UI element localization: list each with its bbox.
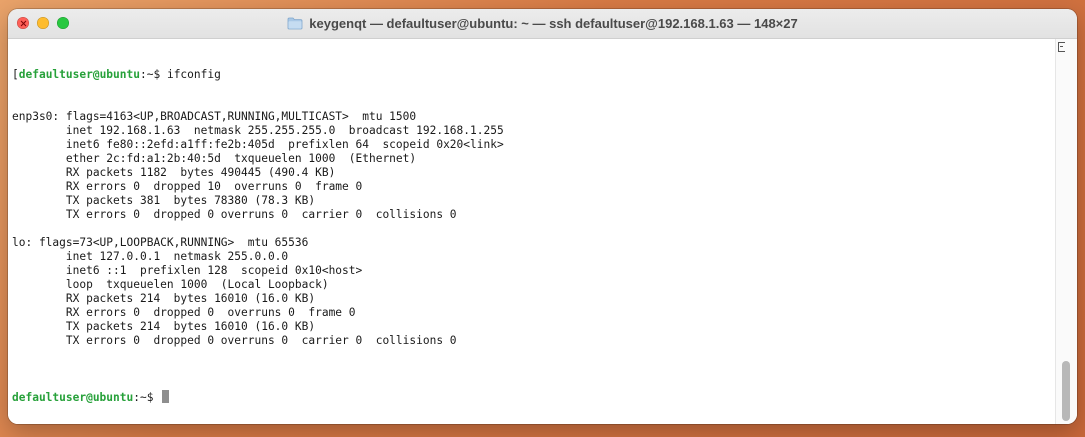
- prompt-user: defaultuser@ubuntu: [12, 391, 134, 404]
- command-text: ifconfig: [166, 68, 221, 81]
- output-line: TX errors 0 dropped 0 overruns 0 carrier…: [12, 208, 457, 221]
- minimize-icon[interactable]: [37, 17, 49, 29]
- prompt-suffix: :~$: [140, 68, 167, 81]
- output-line: TX errors 0 dropped 0 overruns 0 carrier…: [12, 334, 457, 347]
- command-output: enp3s0: flags=4163<UP,BROADCAST,RUNNING,…: [12, 110, 504, 362]
- output-line: inet6 fe80::2efd:a1ff:fe2b:405d prefixle…: [12, 138, 504, 151]
- output-line: RX packets 1182 bytes 490445 (490.4 KB): [12, 166, 336, 179]
- output-line: inet 127.0.0.1 netmask 255.0.0.0: [12, 250, 289, 263]
- window-title-group: keygenqt — defaultuser@ubuntu: ~ — ssh d…: [287, 16, 798, 31]
- output-line: lo: flags=73<UP,LOOPBACK,RUNNING> mtu 65…: [12, 236, 309, 249]
- prompt-suffix: :~$: [133, 391, 161, 404]
- close-icon[interactable]: [17, 17, 29, 29]
- scroll-marker-icon: [1058, 42, 1065, 52]
- terminal-output: [defaultuser@ubuntu:~$ ifconfig enp3s0: …: [12, 40, 504, 424]
- prompt-bracket: [: [12, 68, 19, 81]
- output-line: inet6 ::1 prefixlen 128 scopeid 0x10<hos…: [12, 264, 363, 277]
- window-title: keygenqt — defaultuser@ubuntu: ~ — ssh d…: [309, 16, 798, 31]
- terminal-content[interactable]: [defaultuser@ubuntu:~$ ifconfig enp3s0: …: [8, 39, 1056, 424]
- output-line: TX packets 214 bytes 16010 (16.0 KB): [12, 320, 316, 333]
- output-line: TX packets 381 bytes 78380 (78.3 KB): [12, 194, 316, 207]
- output-line: enp3s0: flags=4163<UP,BROADCAST,RUNNING,…: [12, 110, 417, 123]
- output-line: RX packets 214 bytes 16010 (16.0 KB): [12, 292, 316, 305]
- output-line: RX errors 0 dropped 0 overruns 0 frame 0: [12, 306, 356, 319]
- output-line: loop txqueuelen 1000 (Local Loopback): [12, 278, 329, 291]
- scrollbar-thumb[interactable]: [1062, 361, 1070, 421]
- current-prompt-line[interactable]: defaultuser@ubuntu:~$: [12, 390, 504, 404]
- prompt-user: defaultuser@ubuntu: [18, 68, 140, 81]
- folder-icon: [287, 17, 303, 30]
- output-line: RX errors 0 dropped 10 overruns 0 frame …: [12, 180, 363, 193]
- terminal-window: keygenqt — defaultuser@ubuntu: ~ — ssh d…: [8, 9, 1077, 424]
- scrollbar[interactable]: [1055, 39, 1077, 424]
- window-controls: [17, 17, 69, 29]
- title-bar[interactable]: keygenqt — defaultuser@ubuntu: ~ — ssh d…: [8, 9, 1077, 39]
- command-line: [defaultuser@ubuntu:~$ ifconfig: [12, 68, 504, 82]
- text-cursor: [162, 390, 170, 403]
- output-line: ether 2c:fd:a1:2b:40:5d txqueuelen 1000 …: [12, 152, 417, 165]
- maximize-icon[interactable]: [57, 17, 69, 29]
- output-line: inet 192.168.1.63 netmask 255.255.255.0 …: [12, 124, 504, 137]
